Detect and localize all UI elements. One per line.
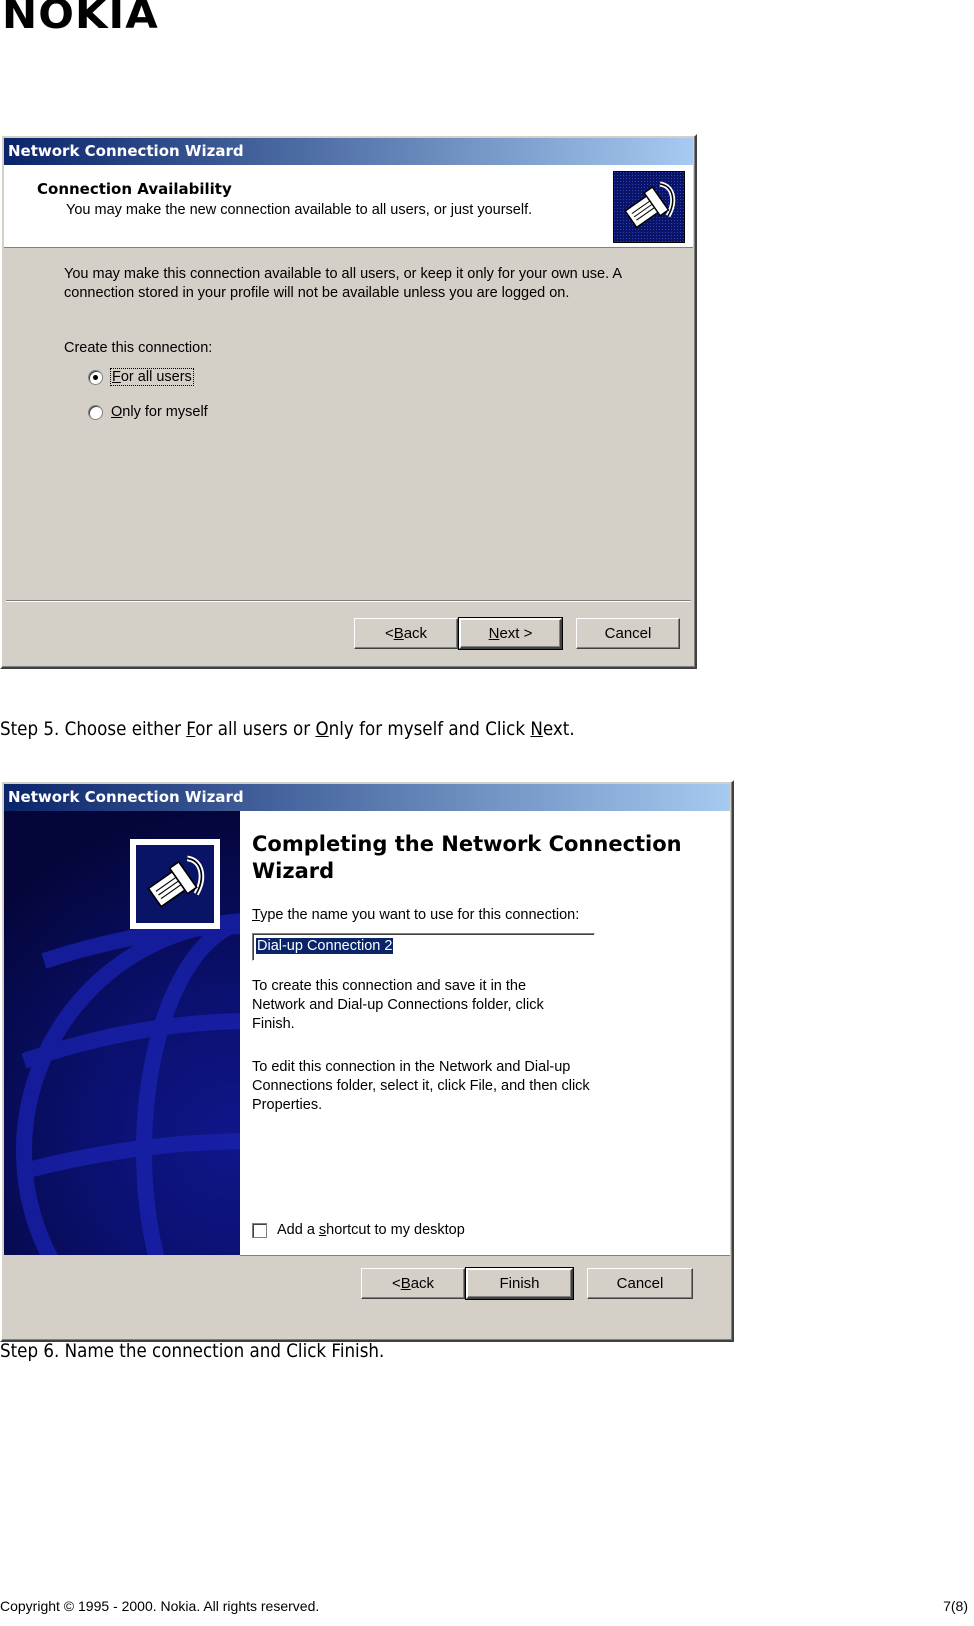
step5-caption: Step 5. Choose either For all users or O… <box>0 718 575 740</box>
copyright-notice: Copyright © 1995 - 2000. Nokia. All righ… <box>0 1598 320 1614</box>
network-cable-icon <box>613 171 685 243</box>
wizard-content: Completing the Network Connection Wizard… <box>240 811 730 1256</box>
only-for-myself-label: Only for myself <box>111 404 208 420</box>
wizard-header-title: Connection Availability <box>37 180 232 198</box>
dialog-titlebar: Network Connection Wizard <box>4 784 730 811</box>
checkbox-unchecked[interactable] <box>252 1222 267 1238</box>
back-button[interactable]: < Back <box>354 618 458 649</box>
network-cable-icon <box>130 839 220 929</box>
cancel-button[interactable]: Cancel <box>587 1268 693 1299</box>
shortcut-label: Add a shortcut to my desktop <box>277 1222 465 1238</box>
next-button[interactable]: Next > <box>458 617 563 650</box>
save-instructions: To create this connection and save it in… <box>252 978 544 1032</box>
cancel-button[interactable]: Cancel <box>576 618 680 649</box>
wizard-header: Connection Availability You may make the… <box>4 165 693 248</box>
radio-only-for-myself[interactable]: Only for myself <box>88 404 208 420</box>
completing-wizard-dialog: Network Connection Wizard Completing the… <box>0 780 734 1342</box>
radio-for-all-users[interactable]: For all users <box>88 368 194 386</box>
button-separator <box>6 600 691 602</box>
connection-availability-dialog: Network Connection Wizard Connection Ava… <box>0 134 697 669</box>
nokia-logo: NOKIA <box>2 0 159 38</box>
dialog-titlebar: Network Connection Wizard <box>4 138 693 165</box>
desktop-shortcut-checkbox[interactable]: Add a shortcut to my desktop <box>252 1222 465 1238</box>
globe-graphic <box>4 811 240 1255</box>
create-connection-label: Create this connection: <box>64 340 213 356</box>
for-all-users-label: For all users <box>110 368 194 386</box>
step6-caption: Step 6. Name the connection and Click Fi… <box>0 1340 385 1362</box>
connection-name-label: Type the name you want to use for this c… <box>252 907 580 923</box>
page-number: 7(8) <box>943 1598 968 1614</box>
wizard-header-subtitle: You may make the new connection availabl… <box>66 202 533 218</box>
radio-button-selected[interactable] <box>88 369 103 385</box>
back-button[interactable]: < Back <box>361 1268 465 1299</box>
radio-button-unselected[interactable] <box>88 404 103 420</box>
connection-name-input[interactable]: Dial-up Connection 2 <box>252 933 595 961</box>
availability-description: You may make this connection available t… <box>64 266 623 301</box>
finish-button[interactable]: Finish <box>465 1267 574 1300</box>
wizard-completion-heading: Completing the Network Connection Wizard <box>252 832 682 883</box>
edit-instructions: To edit this connection in the Network a… <box>252 1059 590 1113</box>
